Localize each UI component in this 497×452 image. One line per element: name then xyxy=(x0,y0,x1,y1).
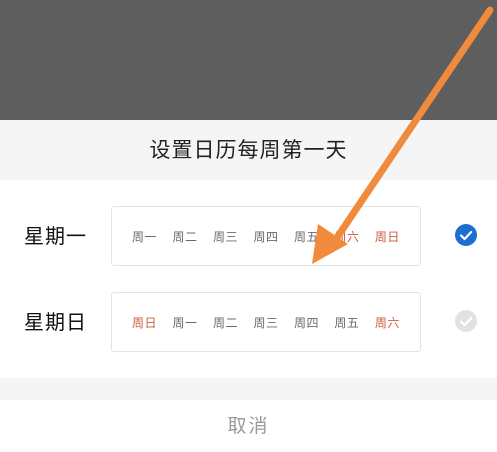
preview-day-weekend: 周日 xyxy=(374,229,400,244)
option-label: 星期日 xyxy=(24,310,87,334)
preview-day: 周二 xyxy=(212,315,238,330)
divider xyxy=(0,378,497,400)
check-circle-icon[interactable] xyxy=(455,310,477,332)
preview-day: 周二 xyxy=(172,229,198,244)
preview-day: 周五 xyxy=(293,229,319,244)
week-preview: 周日 周一 周二 周三 周四 周五 周六 xyxy=(111,292,421,352)
preview-day-weekend: 周六 xyxy=(374,315,400,330)
preview-day: 周三 xyxy=(253,315,279,330)
preview-day: 周一 xyxy=(132,229,158,244)
week-start-sheet: 设置日历每周第一天 星期一 周一 周二 周三 周四 周五 周六 周日 星期日 周… xyxy=(0,120,497,452)
preview-day: 周一 xyxy=(172,315,198,330)
week-preview: 周一 周二 周三 周四 周五 周六 周日 xyxy=(111,206,421,266)
sheet-title: 设置日历每周第一天 xyxy=(149,138,348,162)
option-monday[interactable]: 星期一 周一 周二 周三 周四 周五 周六 周日 xyxy=(0,206,497,286)
preview-day: 周四 xyxy=(253,229,279,244)
option-sunday[interactable]: 星期日 周日 周一 周二 周三 周四 周五 周六 xyxy=(0,292,497,372)
preview-day-weekend: 周日 xyxy=(132,315,158,330)
option-label: 星期一 xyxy=(24,224,87,248)
preview-day: 周四 xyxy=(293,315,319,330)
sheet-header: 设置日历每周第一天 xyxy=(0,120,497,180)
preview-day-weekend: 周六 xyxy=(334,229,360,244)
preview-day: 周三 xyxy=(212,229,238,244)
cancel-button[interactable]: 取消 xyxy=(0,400,497,452)
preview-day: 周五 xyxy=(334,315,360,330)
dim-overlay[interactable] xyxy=(0,0,497,120)
check-circle-icon[interactable] xyxy=(455,224,477,246)
